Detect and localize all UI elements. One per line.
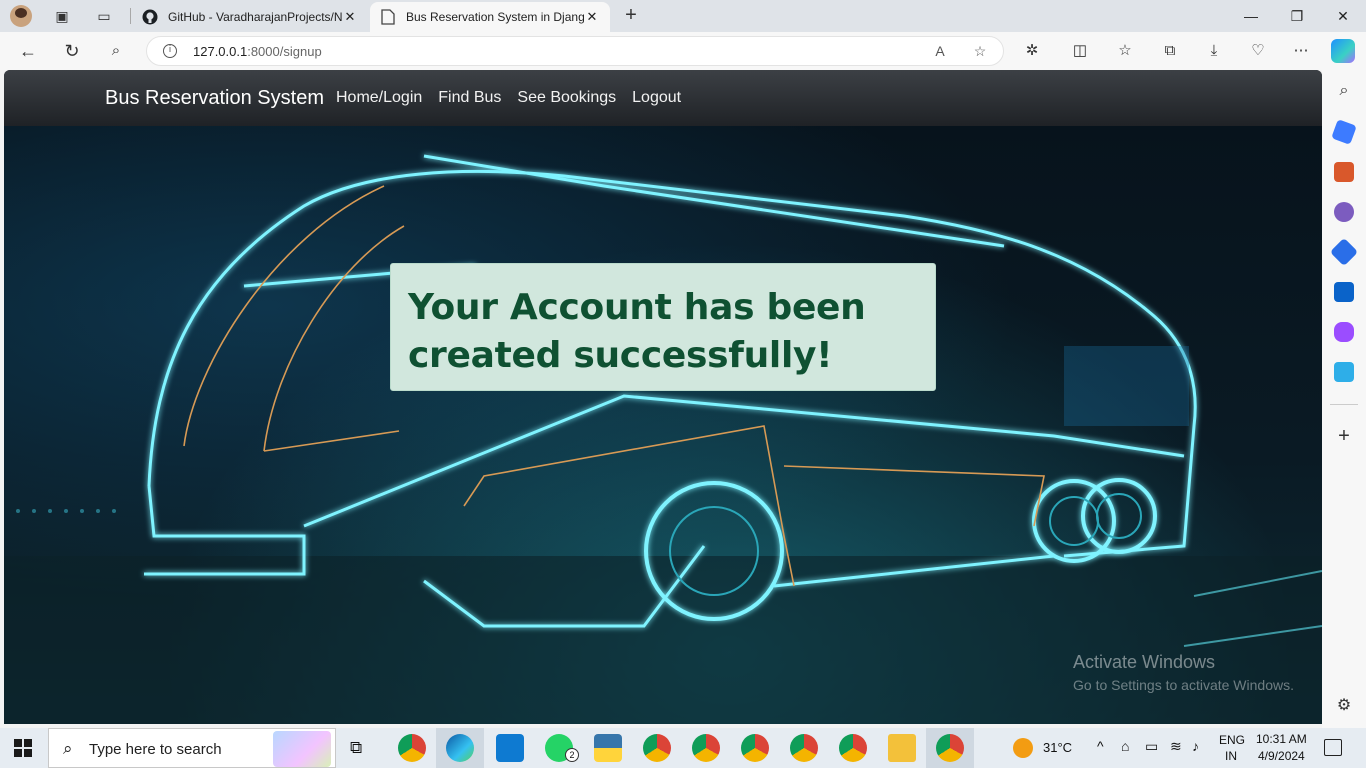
- address-url[interactable]: 127.0.0.1:8000/signup: [193, 44, 322, 59]
- split-screen-icon[interactable]: ◫: [1070, 41, 1090, 61]
- downloads-icon[interactable]: ⤓: [1204, 41, 1224, 61]
- favorites-icon[interactable]: ☆: [1115, 41, 1135, 61]
- close-window-button[interactable]: ✕: [1320, 4, 1366, 28]
- tab-title: Bus Reservation System in Djang: [406, 10, 584, 24]
- close-tab-icon[interactable]: ✕: [342, 9, 358, 25]
- battery-icon[interactable]: ▭: [1145, 738, 1158, 755]
- weather-temperature[interactable]: 31°C: [1043, 740, 1072, 755]
- performance-icon[interactable]: ♡: [1248, 41, 1268, 61]
- success-message: Your Account has been created successfull…: [408, 287, 866, 376]
- hero-background: Your Account has been created successfull…: [4, 126, 1322, 724]
- taskbar-search-box[interactable]: ⌕ Type here to search: [48, 728, 336, 768]
- site-navbar: Bus Reservation System Home/Login Find B…: [4, 70, 1322, 126]
- chrome-taskbar-icon[interactable]: [398, 734, 426, 762]
- sidebar-settings-icon[interactable]: ⚙: [1334, 696, 1354, 716]
- back-button[interactable]: ←: [16, 40, 40, 62]
- task-view-icon[interactable]: ⧉: [350, 738, 362, 758]
- designer-icon[interactable]: [1334, 322, 1354, 342]
- copilot-icon[interactable]: [1331, 39, 1355, 63]
- site-info-icon[interactable]: i: [163, 44, 177, 58]
- shopping-tag-icon[interactable]: [1331, 119, 1357, 145]
- notifications-icon[interactable]: [1324, 739, 1342, 756]
- collections-icon[interactable]: ⧉: [1160, 41, 1180, 61]
- browser-toolbar: ← ↻ ⌕ i 127.0.0.1:8000/signup A ☆ ✲ ◫ ☆ …: [0, 32, 1366, 70]
- add-sidebar-app-icon[interactable]: +: [1334, 426, 1354, 446]
- edge-sidebar: ⌕ + ⚙: [1322, 70, 1366, 728]
- read-aloud-icon[interactable]: A: [931, 42, 949, 60]
- profile-avatar[interactable]: [10, 5, 32, 27]
- tab-bus-reservation[interactable]: Bus Reservation System in Djang ✕: [370, 2, 610, 32]
- sidebar-search-icon[interactable]: ⌕: [1334, 82, 1354, 102]
- new-tab-button[interactable]: +: [620, 5, 642, 27]
- python-taskbar-icon[interactable]: [594, 734, 622, 762]
- success-alert: Your Account has been created successfull…: [390, 263, 936, 391]
- chrome-profile-icon[interactable]: [692, 734, 720, 762]
- volume-icon[interactable]: ♪: [1192, 738, 1199, 754]
- favorite-star-icon[interactable]: ☆: [971, 42, 989, 60]
- nav-logout[interactable]: Logout: [632, 89, 681, 107]
- tab-separator: [130, 8, 131, 24]
- workspaces-icon[interactable]: ▣: [52, 6, 72, 26]
- tab-title: GitHub - VaradharajanProjects/N: [168, 10, 342, 24]
- copilot-apps-icon[interactable]: [1329, 237, 1359, 267]
- wifi-icon[interactable]: ≋: [1170, 738, 1182, 755]
- chrome-profile-icon[interactable]: [741, 734, 769, 762]
- chrome-taskbar-icon[interactable]: [936, 734, 964, 762]
- toolbox-icon[interactable]: [1334, 162, 1354, 182]
- search-highlight-art: [273, 731, 331, 767]
- language-in[interactable]: IN: [1225, 749, 1237, 763]
- weather-sun-icon[interactable]: [1013, 738, 1033, 758]
- sidebar-divider: [1330, 404, 1358, 405]
- search-icon[interactable]: ⌕: [104, 40, 128, 62]
- minimize-button[interactable]: —: [1228, 4, 1274, 28]
- drop-icon[interactable]: [1334, 362, 1354, 382]
- close-tab-icon[interactable]: ✕: [584, 9, 600, 25]
- page-icon: [380, 9, 396, 25]
- chrome-profile-icon[interactable]: [643, 734, 671, 762]
- github-icon: [142, 9, 158, 25]
- neon-bus-illustration: [4, 154, 1322, 724]
- games-icon[interactable]: [1334, 202, 1354, 222]
- refresh-button[interactable]: ↻: [60, 40, 84, 62]
- chrome-profile-icon[interactable]: [790, 734, 818, 762]
- edge-taskbar-icon[interactable]: [446, 734, 474, 762]
- file-explorer-icon[interactable]: [888, 734, 916, 762]
- extensions-icon[interactable]: ✲: [1022, 41, 1042, 61]
- taskbar-search-placeholder: Type here to search: [89, 741, 222, 758]
- nav-find-bus[interactable]: Find Bus: [438, 89, 501, 107]
- windows-start-icon[interactable]: [14, 739, 32, 757]
- clock-date[interactable]: 4/9/2024: [1258, 749, 1305, 763]
- nav-links: Home/Login Find Bus See Bookings Logout: [336, 89, 697, 107]
- address-bar[interactable]: i 127.0.0.1:8000/signup A ☆: [146, 36, 1004, 66]
- chrome-profile-icon[interactable]: [839, 734, 867, 762]
- nav-home-login[interactable]: Home/Login: [336, 89, 422, 107]
- tab-github[interactable]: GitHub - VaradharajanProjects/N ✕: [132, 2, 368, 32]
- language-eng[interactable]: ENG: [1219, 733, 1245, 747]
- vertical-tabs-icon[interactable]: ▭: [94, 6, 114, 26]
- network-device-icon[interactable]: ⌂: [1121, 738, 1129, 754]
- more-menu-icon[interactable]: ⋯: [1291, 41, 1311, 61]
- page-viewport: Bus Reservation System Home/Login Find B…: [4, 70, 1322, 724]
- restore-button[interactable]: ❐: [1274, 4, 1320, 28]
- activate-windows-subtitle: Go to Settings to activate Windows.: [1073, 677, 1294, 693]
- site-brand[interactable]: Bus Reservation System: [105, 87, 324, 110]
- activate-windows-title: Activate Windows: [1073, 652, 1216, 672]
- chevron-up-icon[interactable]: ^: [1097, 738, 1104, 754]
- windows-taskbar: ⌕ Type here to search ⧉ 2 31°C ^ ⌂ ▭ ≋ ♪…: [0, 728, 1366, 768]
- whatsapp-badge: 2: [565, 748, 579, 762]
- clock-time[interactable]: 10:31 AM: [1256, 732, 1307, 746]
- nav-see-bookings[interactable]: See Bookings: [517, 89, 616, 107]
- outlook-icon[interactable]: [1334, 282, 1354, 302]
- vscode-taskbar-icon[interactable]: [496, 734, 524, 762]
- search-icon: ⌕: [63, 739, 73, 759]
- tab-strip: ▣ ▭ GitHub - VaradharajanProjects/N ✕ Bu…: [0, 0, 1366, 32]
